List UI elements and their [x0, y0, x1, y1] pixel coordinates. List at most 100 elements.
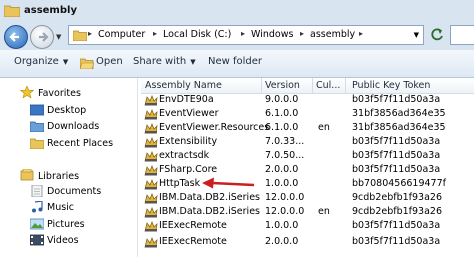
assembly-icon — [144, 109, 158, 120]
assembly-icon — [144, 221, 158, 232]
assembly-culture: en — [318, 206, 330, 217]
table-row[interactable]: EnvDTE90a 9.0.0.0 b03f5f7f11d50a3a — [141, 94, 474, 108]
nav-videos[interactable]: Videos — [47, 235, 79, 246]
documents-icon — [31, 185, 43, 197]
table-row[interactable]: extractsdk 7.0.50... b03f5f7f11d50a3a — [141, 150, 474, 164]
back-button[interactable] — [4, 25, 28, 49]
breadcrumb-local-disk[interactable]: Local Disk (C:) — [163, 29, 231, 40]
nav-desktop[interactable]: Desktop — [47, 105, 86, 116]
assembly-icon — [144, 123, 158, 134]
table-row[interactable]: IBM.Data.DB2.iSeries 12.0.0.0 en 9cdb2eb… — [141, 206, 474, 220]
assembly-name: IBM.Data.DB2.iSeries — [159, 192, 260, 203]
folder-icon — [4, 5, 20, 17]
table-row[interactable]: IEExecRemote 2.0.0.0 b03f5f7f11d50a3a — [141, 236, 474, 250]
column-header-version[interactable]: Version — [265, 80, 300, 91]
recent-places-icon — [30, 138, 44, 149]
refresh-icon[interactable] — [428, 25, 446, 45]
nav-libraries[interactable]: Libraries — [38, 171, 79, 182]
assembly-token: b03f5f7f11d50a3a — [352, 94, 441, 105]
assembly-icon — [144, 151, 158, 162]
assembly-token: 31bf3856ad364e35 — [352, 122, 446, 133]
title-bar: assembly — [0, 0, 474, 22]
nav-pictures[interactable]: Pictures — [47, 219, 85, 230]
breadcrumb-separator-icon[interactable]: ▸ — [241, 29, 245, 38]
column-divider[interactable] — [312, 78, 313, 94]
open-label: Open — [96, 56, 123, 67]
table-row[interactable]: HttpTask 1.0.0.0 bb7080456619477f — [141, 178, 474, 192]
column-divider[interactable] — [345, 78, 346, 94]
table-row[interactable]: EventViewer 6.1.0.0 31bf3856ad364e35 — [141, 108, 474, 122]
assembly-version: 6.1.0.0 — [265, 108, 299, 119]
assembly-token: b03f5f7f11d50a3a — [352, 136, 441, 147]
open-button[interactable]: Open — [96, 56, 123, 67]
breadcrumb-computer[interactable]: Computer — [98, 29, 145, 40]
star-icon — [20, 86, 34, 98]
table-row[interactable]: FSharp.Core 2.0.0.0 b03f5f7f11d50a3a — [141, 164, 474, 178]
assembly-name: IBM.Data.DB2.iSeries — [159, 206, 260, 217]
breadcrumb-separator-icon[interactable]: ▸ — [359, 29, 363, 38]
nav-recent-places[interactable]: Recent Places — [47, 138, 113, 149]
assembly-icon — [144, 193, 158, 204]
desktop-icon — [30, 104, 44, 116]
address-dropdown-icon[interactable]: ▼ — [414, 31, 419, 39]
forward-button[interactable] — [30, 25, 54, 49]
address-bar[interactable]: ▸ Computer ▸ Local Disk (C:) ▸ Windows ▸… — [68, 25, 424, 45]
organize-label: Organize — [14, 56, 59, 67]
recent-pages-dropdown-icon[interactable]: ▼ — [56, 33, 61, 41]
downloads-icon — [30, 121, 44, 132]
open-folder-icon — [80, 58, 94, 69]
assembly-icon — [144, 207, 158, 218]
assembly-token: 9cdb2ebfb1f93a26 — [352, 192, 443, 203]
table-row[interactable]: IBM.Data.DB2.iSeries 12.0.0.0 9cdb2ebfb1… — [141, 192, 474, 206]
table-row[interactable]: EventViewer.Resources 6.1.0.0 en 31bf385… — [141, 122, 474, 136]
assembly-version: 1.0.0.0 — [265, 220, 299, 231]
breadcrumb-windows[interactable]: Windows — [251, 29, 293, 40]
assembly-culture: en — [318, 122, 330, 133]
command-bar: Organize ▼ Open Share with ▼ New folder — [0, 50, 474, 78]
breadcrumb-separator-icon[interactable]: ▸ — [300, 29, 304, 38]
assembly-name: Extensibility — [159, 136, 218, 147]
organize-button[interactable]: Organize ▼ — [14, 56, 68, 67]
assembly-version: 2.0.0.0 — [265, 236, 299, 247]
folder-icon — [73, 30, 87, 41]
assembly-name: EnvDTE90a — [159, 94, 214, 105]
nav-music[interactable]: Music — [47, 202, 74, 213]
table-row[interactable]: IEExecRemote 1.0.0.0 b03f5f7f11d50a3a — [141, 220, 474, 234]
column-header-row: Assembly Name Version Cul... Public Key … — [141, 78, 474, 94]
table-row[interactable]: Extensibility 7.0.33... b03f5f7f11d50a3a — [141, 136, 474, 150]
back-arrow-icon — [9, 32, 19, 42]
share-with-label: Share with — [133, 56, 187, 67]
assembly-name: HttpTask — [159, 178, 201, 189]
column-header-token[interactable]: Public Key Token — [352, 80, 430, 91]
nav-documents[interactable]: Documents — [47, 186, 101, 197]
annotation-arrow-icon — [202, 177, 255, 189]
nav-favorites[interactable]: Favorites — [38, 88, 81, 99]
breadcrumb-separator-icon[interactable]: ▸ — [153, 29, 157, 38]
chevron-down-icon: ▼ — [190, 58, 196, 66]
assembly-token: b03f5f7f11d50a3a — [352, 164, 441, 175]
breadcrumb-assembly[interactable]: assembly — [310, 29, 355, 40]
libraries-icon — [20, 169, 34, 181]
breadcrumb-separator-icon[interactable]: ▸ — [88, 29, 92, 38]
search-input[interactable] — [450, 25, 474, 45]
assembly-name: IEExecRemote — [159, 220, 227, 231]
assembly-icon — [144, 179, 158, 190]
assembly-name: EventViewer — [159, 108, 219, 119]
chevron-down-icon: ▼ — [62, 58, 69, 66]
column-header-name[interactable]: Assembly Name — [145, 80, 222, 91]
address-row: ▼ ▸ Computer ▸ Local Disk (C:) ▸ Windows… — [0, 22, 474, 50]
assembly-icon — [144, 237, 158, 248]
assembly-icon — [144, 165, 158, 176]
column-header-culture[interactable]: Cul... — [316, 80, 340, 91]
nav-downloads[interactable]: Downloads — [47, 121, 99, 132]
assembly-name: IEExecRemote — [159, 236, 227, 247]
forward-arrow-icon — [39, 32, 49, 42]
column-divider[interactable] — [261, 78, 262, 94]
assembly-name: FSharp.Core — [159, 164, 218, 175]
assembly-version: 1.0.0.0 — [265, 178, 299, 189]
navigation-pane: Favorites Desktop Downloads Recent Place… — [0, 78, 138, 257]
new-folder-label: New folder — [208, 56, 263, 67]
share-with-button[interactable]: Share with ▼ — [133, 56, 196, 67]
new-folder-button[interactable]: New folder — [208, 56, 262, 67]
assembly-token: 31bf3856ad364e35 — [352, 108, 446, 119]
